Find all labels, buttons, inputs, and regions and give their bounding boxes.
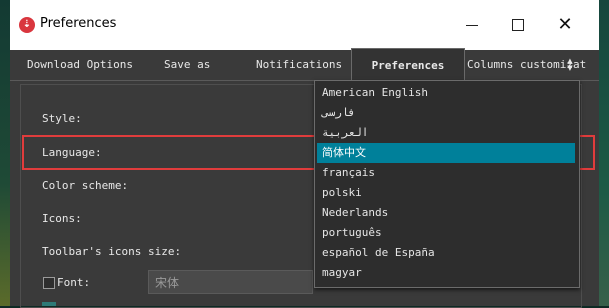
- partial-checkbox[interactable]: [42, 302, 56, 306]
- language-option-american-english[interactable]: American English: [317, 83, 575, 103]
- tab-bar: Download Options Save as Notifications P…: [10, 48, 599, 82]
- toolbar-icons-size-label: Toolbar's icons size:: [42, 245, 182, 258]
- icons-label: Icons:: [42, 212, 82, 225]
- tab-scroll-buttons[interactable]: ▲ ▼: [564, 58, 576, 72]
- desktop-background-left: [0, 0, 10, 306]
- title-bar: ⇣ Preferences ✕: [10, 0, 599, 50]
- preferences-window: ⇣ Preferences ✕ Download Options Save as…: [10, 0, 599, 308]
- maximize-icon: [512, 19, 524, 31]
- tab-save-as[interactable]: Save as: [164, 50, 210, 80]
- minimize-button[interactable]: [452, 11, 492, 39]
- tab-notifications[interactable]: Notifications: [256, 50, 342, 80]
- language-option-portuguese[interactable]: português: [317, 223, 575, 243]
- color-scheme-label: Color scheme:: [42, 179, 129, 192]
- language-option-spanish[interactable]: español de España: [317, 243, 575, 263]
- desktop-background-right: [599, 0, 609, 306]
- font-checkbox[interactable]: [43, 277, 55, 289]
- language-option-hungarian[interactable]: magyar: [317, 263, 575, 283]
- close-button[interactable]: ✕: [545, 11, 585, 39]
- app-icon: ⇣: [19, 17, 35, 33]
- minimize-icon: [466, 24, 478, 26]
- style-label: Style:: [42, 112, 82, 125]
- tab-scroll-down-icon[interactable]: ▼: [564, 65, 576, 72]
- maximize-button[interactable]: [498, 11, 538, 39]
- language-option-simplified-chinese[interactable]: 简体中文: [317, 143, 575, 163]
- language-option-french[interactable]: français: [317, 163, 575, 183]
- window-title: Preferences: [40, 16, 117, 31]
- font-label: Font:: [57, 276, 91, 289]
- close-icon: ✕: [557, 14, 573, 35]
- language-option-dutch[interactable]: Nederlands: [317, 203, 575, 223]
- tab-download-options[interactable]: Download Options: [27, 50, 133, 80]
- tab-preferences[interactable]: Preferences: [351, 48, 465, 82]
- language-option-polish[interactable]: polski: [317, 183, 575, 203]
- language-option-arabic[interactable]: العربية: [317, 123, 575, 143]
- language-option-persian[interactable]: فارسی: [317, 103, 575, 123]
- language-dropdown-list[interactable]: American English فارسی العربية 简体中文 fran…: [314, 80, 580, 288]
- font-combobox[interactable]: 宋体: [148, 270, 313, 294]
